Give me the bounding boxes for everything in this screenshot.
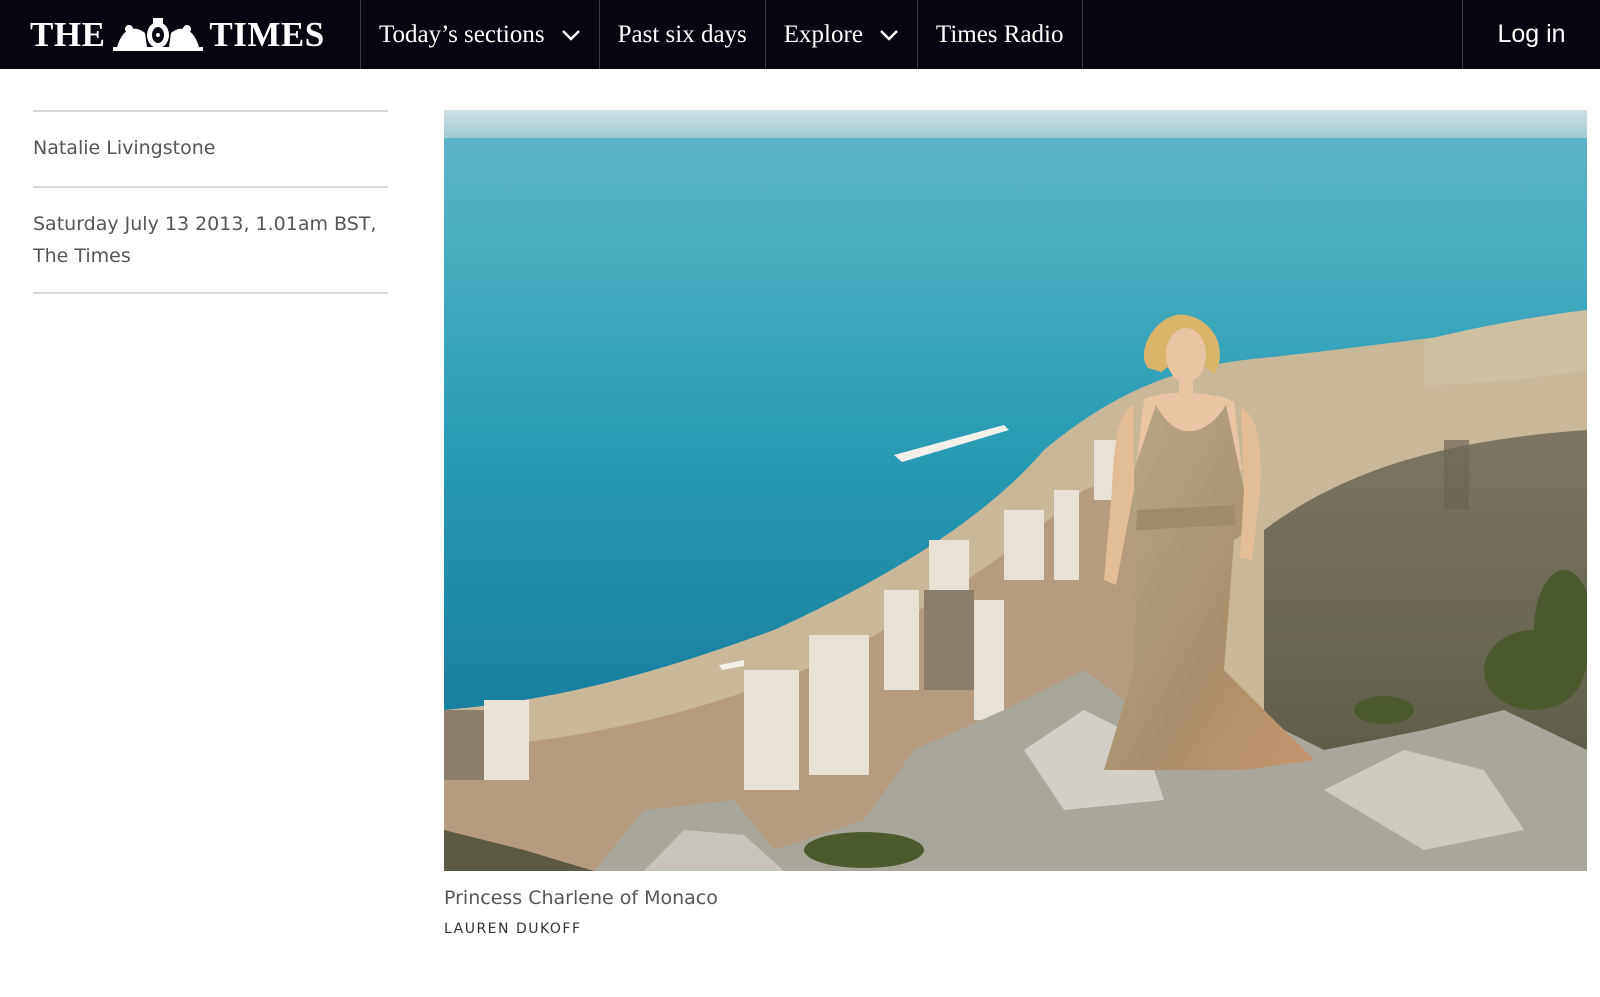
logo-text-times: TIMES bbox=[209, 14, 325, 54]
nav-label: Times Radio bbox=[935, 20, 1064, 48]
nav-label: Today’s sections bbox=[379, 20, 545, 48]
monaco-landscape-illustration bbox=[444, 110, 1587, 871]
nav-label: Explore bbox=[783, 20, 863, 48]
image-caption: Princess Charlene of Monaco bbox=[444, 887, 718, 909]
author-name[interactable]: Natalie Livingstone bbox=[33, 137, 215, 159]
chevron-down-icon bbox=[561, 29, 580, 41]
meta-divider bbox=[33, 292, 388, 294]
dateline-text: Saturday July 13 2013, 1.01am BST, The T… bbox=[33, 213, 377, 267]
author-byline: Natalie Livingstone bbox=[33, 110, 388, 186]
nav-todays-sections[interactable]: Today’s sections bbox=[361, 0, 600, 69]
article-dateline: Saturday July 13 2013, 1.01am BST, The T… bbox=[33, 186, 388, 292]
nav-times-radio[interactable]: Times Radio bbox=[918, 0, 1083, 69]
login-button[interactable]: Log in bbox=[1463, 0, 1600, 69]
article-hero-image bbox=[444, 110, 1587, 871]
logo-text-the: THE bbox=[30, 14, 106, 54]
nav-explore[interactable]: Explore bbox=[766, 0, 918, 69]
top-navigation-bar: THE TIMES Today’s sections Past six days bbox=[0, 0, 1600, 69]
article-meta: Natalie Livingstone Saturday July 13 201… bbox=[33, 110, 388, 294]
nav-label: Past six days bbox=[617, 20, 747, 48]
royal-crest-icon bbox=[113, 17, 204, 51]
nav-past-six-days[interactable]: Past six days bbox=[600, 0, 766, 69]
nav-spacer bbox=[1083, 0, 1463, 69]
times-logo[interactable]: THE TIMES bbox=[0, 0, 361, 69]
image-credit: LAUREN DUKOFF bbox=[444, 921, 582, 937]
chevron-down-icon bbox=[880, 29, 898, 41]
